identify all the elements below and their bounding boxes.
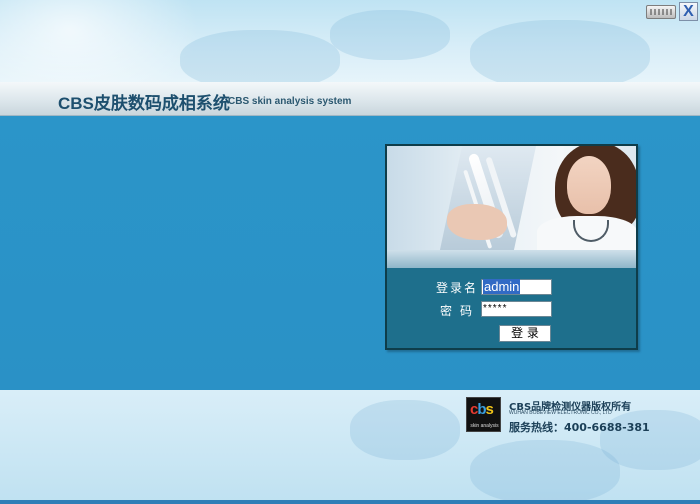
keyboard-icon[interactable] [646,5,676,19]
logo-s: s [485,401,494,418]
app-title: CBS皮肤数码成相系统 [58,94,230,113]
logo-tagline: skin analysis [470,423,499,429]
hand-shape [447,204,507,240]
top-sky-band [0,0,700,82]
world-map-shape [350,400,460,460]
password-input[interactable]: ***** [481,301,552,317]
username-input[interactable]: admin [481,279,552,295]
world-map-shape [470,20,650,82]
username-value: admin [483,279,521,294]
login-button[interactable]: 登 录 [499,325,551,342]
logo-letters: cbs [470,401,494,418]
world-map-shape [180,30,340,82]
company-name: WUHAN BOBEVIEW ELECTRONIC CO., LTD [509,410,612,416]
doctor-photo [387,146,636,250]
close-button[interactable]: X [679,2,698,21]
cbs-logo: cbs skin analysis [466,397,501,432]
photo-strip [387,250,636,268]
password-label: 密码 [440,304,481,318]
bottom-edge [0,500,700,504]
world-map-shape [330,10,450,60]
hotline-text: 服务热线：400-6688-381 [509,421,650,434]
app-subtitle: CBS skin analysis system [228,96,352,107]
title-bar: CBS皮肤数码成相系统 CBS skin analysis system [0,82,700,116]
world-map-shape [470,440,620,504]
face-shape [567,156,611,214]
login-panel: 登录名 admin 密码 ***** 登 录 [385,144,638,350]
login-form: 登录名 admin 密码 ***** 登 录 [387,268,636,348]
sky-glow [0,0,200,82]
logo-b: b [477,401,486,418]
username-label: 登录名 [436,281,479,295]
keyboard-keys [650,9,672,15]
